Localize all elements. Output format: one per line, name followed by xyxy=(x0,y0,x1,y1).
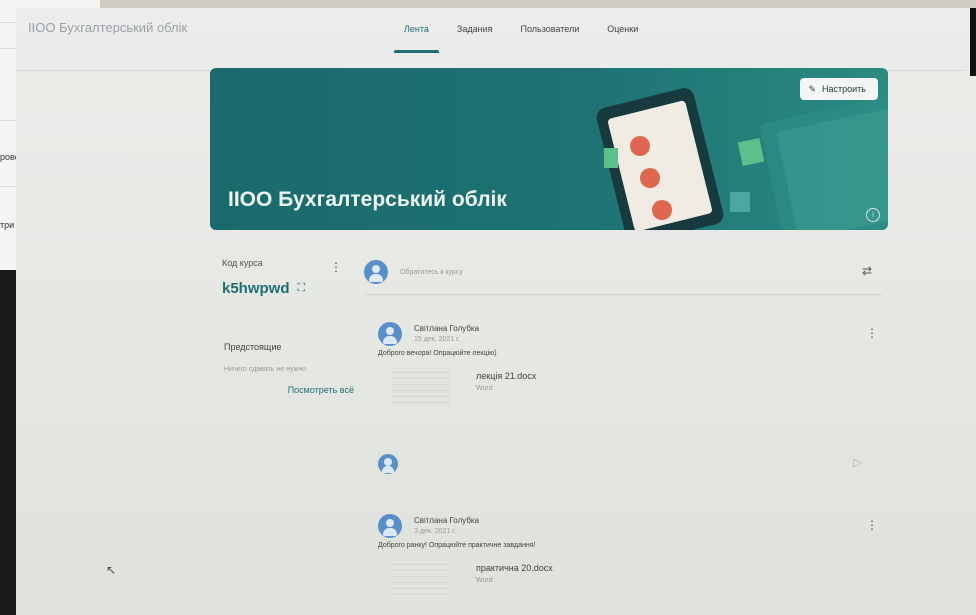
top-bar: IIOO Бухгалтерський облік Лента Задания … xyxy=(16,8,966,71)
upcoming-card: Предстоящие Ничего сдавать не нужно Посм… xyxy=(224,342,354,395)
stream-post: Світлана Голубка 15 дек. 2021 г. ⋮ Добро… xyxy=(378,322,878,411)
post-text: Доброго ранку! Опрацюйте практичне завда… xyxy=(378,542,536,549)
post-date: 3 дек. 2021 г. xyxy=(414,528,456,535)
attachment-name: практична 20.docx xyxy=(476,563,553,573)
customize-button[interactable]: ✎ Настроить xyxy=(800,78,878,100)
mouse-cursor-icon: ↖ xyxy=(106,563,117,577)
tab-grades[interactable]: Оценки xyxy=(593,8,652,52)
attachment-type: Word xyxy=(476,577,493,584)
announce-box[interactable]: Обратитесь к курсу ⇄ xyxy=(364,250,882,295)
tab-bar: Лента Задания Пользователи Оценки xyxy=(390,8,652,53)
course-code-value: k5hwpwd xyxy=(222,280,290,297)
attachment-thumbnail xyxy=(392,367,450,407)
course-code: k5hwpwd ⛶ xyxy=(222,280,342,297)
post-meta: Світлана Голубка 3 дек. 2021 г. xyxy=(414,516,479,535)
post-header: Світлана Голубка 15 дек. 2021 г. xyxy=(378,322,878,346)
course-title: IIOO Бухгалтерський облік xyxy=(228,188,507,211)
pencil-icon: ✎ xyxy=(808,83,817,94)
upcoming-note: Ничего сдавать не нужно xyxy=(224,366,306,373)
info-icon[interactable]: i xyxy=(866,208,880,222)
post-header: Світлана Голубка 3 дек. 2021 г. xyxy=(378,514,878,538)
window-edge xyxy=(970,8,976,76)
attachment[interactable]: практична 20.docx Word xyxy=(392,559,878,603)
app-title[interactable]: IIOO Бухгалтерський облік xyxy=(28,20,187,35)
course-banner: ✎ Настроить IIOO Бухгалтерський облік i xyxy=(210,68,888,230)
post-text: Доброго вечора! Опрацюйте лекцію) xyxy=(378,350,497,357)
customize-label: Настроить xyxy=(822,84,866,94)
avatar xyxy=(378,322,402,346)
course-code-card: Код курса ⋮ k5hwpwd ⛶ xyxy=(222,258,342,297)
post-author: Світлана Голубка xyxy=(414,324,480,333)
tab-people[interactable]: Пользователи xyxy=(507,8,594,52)
attachment-thumbnail xyxy=(392,559,450,599)
avatar xyxy=(364,260,388,284)
view-all-link[interactable]: Посмотреть всё xyxy=(224,385,354,395)
background-text: три xyxy=(0,220,15,230)
comment-row[interactable]: ▷ xyxy=(378,450,862,478)
post-author: Світлана Голубка xyxy=(414,516,480,525)
fullscreen-icon[interactable]: ⛶ xyxy=(298,282,306,295)
avatar xyxy=(378,514,402,538)
send-icon[interactable]: ▷ xyxy=(854,456,862,469)
post-date: 15 дек. 2021 г. xyxy=(414,336,460,343)
more-vert-icon[interactable]: ⋮ xyxy=(866,518,878,532)
tab-stream[interactable]: Лента xyxy=(390,8,443,53)
more-vert-icon[interactable]: ⋮ xyxy=(330,260,342,274)
more-vert-icon[interactable]: ⋮ xyxy=(866,326,878,340)
stream-post: Світлана Голубка 3 дек. 2021 г. ⋮ Доброг… xyxy=(378,514,878,603)
attachment-type: Word xyxy=(476,385,493,392)
attachment[interactable]: лекція 21.docx Word xyxy=(392,367,878,411)
tab-classwork[interactable]: Задания xyxy=(443,8,507,52)
post-meta: Світлана Голубка 15 дек. 2021 г. xyxy=(414,324,479,343)
classroom-window: IIOO Бухгалтерський облік Лента Задания … xyxy=(16,8,976,615)
attachment-name: лекція 21.docx xyxy=(476,371,537,381)
course-code-label: Код курса xyxy=(222,258,263,268)
repost-icon[interactable]: ⇄ xyxy=(862,264,872,278)
upcoming-title: Предстоящие xyxy=(224,342,282,352)
announce-placeholder: Обратитесь к курсу xyxy=(400,268,463,276)
avatar xyxy=(378,454,398,474)
